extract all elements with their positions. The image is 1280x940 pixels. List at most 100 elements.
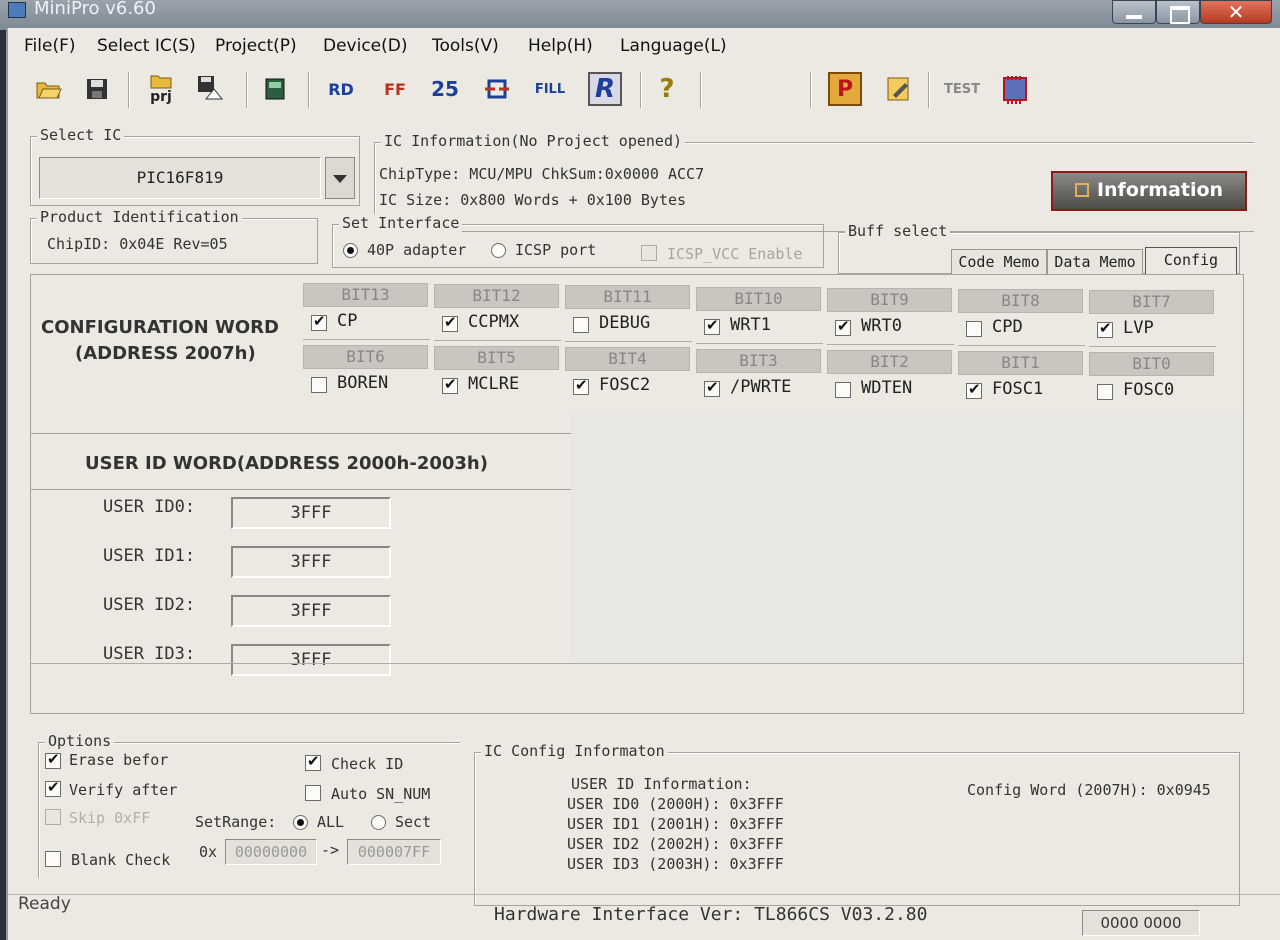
menu-project[interactable]: Project(P) bbox=[215, 36, 297, 56]
config-pwrte-checkbox[interactable] bbox=[704, 378, 720, 397]
tab-code-memo[interactable]: Code Memo bbox=[951, 249, 1047, 275]
config-wdten-checkbox[interactable] bbox=[835, 381, 851, 398]
config-fosc0-checkbox[interactable] bbox=[1097, 384, 1113, 401]
hex-prefix-label: 0x bbox=[199, 843, 218, 861]
menu-help[interactable]: Help(H) bbox=[528, 36, 593, 56]
config-fosc2-label: FOSC2 bbox=[599, 375, 651, 396]
user-id2-field[interactable]: 3FFF bbox=[231, 595, 391, 627]
options-group: Options Erase befor Verify after Skip 0x… bbox=[38, 732, 460, 878]
buff-select-group: Buff select Code Memo Data Memo Config bbox=[838, 222, 1240, 275]
config-fosc2-checkbox[interactable] bbox=[573, 376, 589, 396]
menu-device[interactable]: Device(D) bbox=[323, 36, 408, 56]
product-identification-group: Product Identification ChipID: 0x04E Rev… bbox=[30, 208, 318, 264]
user-id0-field[interactable]: 3FFF bbox=[231, 497, 391, 529]
user-id-title: USER ID WORD(ADDRESS 2000h-2003h) bbox=[85, 453, 488, 474]
tab-config[interactable]: Config bbox=[1145, 247, 1237, 275]
config-cp-checkbox[interactable] bbox=[311, 312, 327, 331]
icsp-radio[interactable] bbox=[491, 243, 506, 258]
bit-header-bit5: BIT5 bbox=[434, 346, 559, 371]
config-boren-checkbox[interactable] bbox=[311, 377, 327, 393]
range-all-radio[interactable] bbox=[293, 815, 308, 830]
hardware-version: Hardware Interface Ver: TL866CS V03.2.80 bbox=[494, 904, 928, 925]
icsp-label: ICSP port bbox=[515, 241, 597, 259]
range-to-field[interactable]: 000007FF bbox=[347, 839, 441, 865]
information-button[interactable]: Information bbox=[1051, 171, 1247, 211]
skip-ff-checkbox[interactable] bbox=[45, 809, 61, 825]
config-wrt1-checkbox[interactable] bbox=[704, 316, 720, 335]
close-button[interactable]: ✕ bbox=[1200, 0, 1272, 24]
save-project-button[interactable] bbox=[194, 72, 228, 106]
erase-button[interactable]: FF bbox=[378, 72, 412, 106]
chip-button[interactable] bbox=[258, 72, 292, 106]
verify-icon bbox=[485, 79, 509, 99]
config-wdten-label: WDTEN bbox=[861, 377, 913, 398]
config-lvp-checkbox[interactable] bbox=[1097, 319, 1113, 339]
ic-dropdown-button[interactable] bbox=[325, 157, 355, 199]
chip-type-text: ChipType: MCU/MPU ChkSum:0x0000 ACC7 bbox=[379, 165, 705, 183]
bit-header-bit6: BIT6 bbox=[303, 345, 428, 369]
icsp-vcc-checkbox[interactable] bbox=[641, 245, 657, 261]
config-word-title: CONFIGURATION WORD bbox=[41, 317, 279, 338]
config-debug-label: DEBUG bbox=[599, 313, 651, 334]
blank-check-checkbox[interactable] bbox=[45, 851, 61, 867]
menu-file[interactable]: File(F) bbox=[24, 36, 76, 56]
config-fosc1-checkbox[interactable] bbox=[966, 380, 982, 399]
p-icon: P bbox=[836, 76, 854, 102]
config-wrt0-checkbox[interactable] bbox=[835, 317, 851, 336]
config-wrt0-label: WRT0 bbox=[861, 315, 902, 336]
range-from-field[interactable]: 00000000 bbox=[225, 839, 317, 865]
verify-after-checkbox[interactable] bbox=[45, 778, 61, 797]
project-label: prj bbox=[150, 89, 172, 105]
ic-name-field[interactable]: PIC16F819 bbox=[39, 157, 321, 199]
menu-language[interactable]: Language(L) bbox=[620, 36, 727, 56]
menu-tools[interactable]: Tools(V) bbox=[432, 36, 499, 56]
config-fosc1-label: FOSC1 bbox=[992, 379, 1044, 399]
open-project-button[interactable]: prj bbox=[144, 72, 178, 106]
help-button[interactable]: ? bbox=[650, 72, 684, 106]
folder-open-icon bbox=[36, 82, 62, 99]
config-mclre-label: MCLRE bbox=[468, 374, 520, 395]
bit-header-bit0: BIT0 bbox=[1089, 352, 1214, 377]
production-button[interactable]: P bbox=[828, 72, 862, 106]
test-button[interactable]: TEST bbox=[940, 72, 984, 106]
user-id1-field[interactable]: 3FFF bbox=[231, 546, 391, 578]
menu-select-ic[interactable]: Select IC(S) bbox=[97, 36, 196, 56]
auto-sn-checkbox[interactable] bbox=[305, 785, 321, 801]
ic-config-info-legend: IC Config Informaton bbox=[481, 742, 668, 760]
adapter-radio[interactable] bbox=[343, 243, 358, 258]
user-id3-field[interactable]: 3FFF bbox=[231, 644, 391, 676]
program-button[interactable]: 25 bbox=[428, 72, 462, 106]
program-chip-icon: 25 bbox=[431, 77, 459, 101]
bit-header-bit7: BIT7 bbox=[1089, 290, 1214, 315]
erase-before-checkbox[interactable] bbox=[45, 750, 61, 769]
check-id-checkbox[interactable] bbox=[305, 752, 321, 771]
set-interface-legend: Set Interface bbox=[339, 214, 463, 232]
chip-id-text: ChipID: 0x04E Rev=05 bbox=[47, 235, 228, 253]
minimize-button[interactable] bbox=[1112, 0, 1156, 24]
bit-header-bit1: BIT1 bbox=[958, 351, 1083, 375]
config-debug-checkbox[interactable] bbox=[573, 317, 589, 334]
test-icon: TEST bbox=[944, 81, 980, 97]
run-button[interactable]: R bbox=[588, 72, 622, 106]
tab-data-memo[interactable]: Data Memo bbox=[1047, 249, 1143, 275]
fill-button[interactable]: FILL bbox=[530, 72, 570, 106]
edit-button[interactable] bbox=[882, 72, 916, 106]
read-button[interactable]: RD bbox=[324, 72, 358, 106]
range-sect-radio[interactable] bbox=[371, 815, 386, 830]
logic-test-button[interactable] bbox=[998, 72, 1032, 106]
save-file-button[interactable] bbox=[80, 72, 114, 106]
open-file-button[interactable] bbox=[32, 72, 66, 106]
config-ccpmx-checkbox[interactable] bbox=[442, 313, 458, 333]
app-icon bbox=[8, 2, 26, 18]
verify-button[interactable] bbox=[480, 72, 514, 106]
bit-header-bit12: BIT12 bbox=[434, 284, 559, 309]
user-id-info-header: USER ID Information: bbox=[571, 775, 752, 793]
maximize-button[interactable] bbox=[1156, 0, 1200, 24]
user-id0-label: USER ID0: bbox=[103, 497, 196, 517]
config-mclre-checkbox[interactable] bbox=[442, 375, 458, 395]
config-cpd-checkbox[interactable] bbox=[966, 321, 982, 337]
bit-header-bit2: BIT2 bbox=[827, 349, 952, 374]
skip-ff-label: Skip 0xFF bbox=[69, 809, 151, 827]
adapter-label: 40P adapter bbox=[367, 241, 467, 259]
config-word-address: (ADDRESS 2007h) bbox=[75, 343, 256, 364]
